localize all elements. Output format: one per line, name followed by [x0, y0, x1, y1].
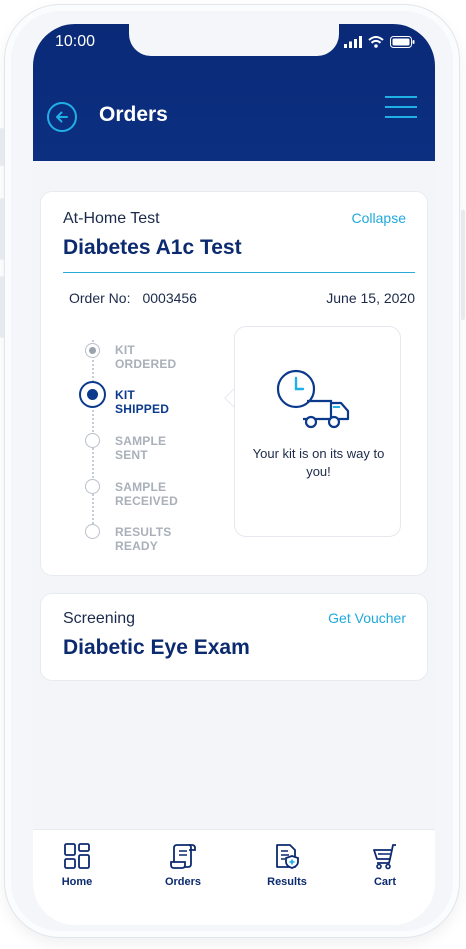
shipment-info-box: Your kit is on its way to you!	[234, 326, 401, 537]
nav-label-orders: Orders	[164, 876, 202, 888]
back-button[interactable]	[47, 102, 77, 132]
shipment-info-text: Your kit is on its way to you!	[252, 446, 385, 479]
screening-card: Screening Diabetic Eye Exam Get Voucher	[40, 593, 428, 681]
nav-label-results: Results	[267, 876, 307, 888]
step-indicator-sample-sent	[85, 433, 100, 448]
step-indicator-kit-shipped	[79, 381, 106, 408]
home-grid-icon	[64, 843, 90, 869]
results-document-icon	[276, 844, 299, 869]
nav-item-cart[interactable]: Cart	[345, 842, 425, 888]
cart-icon	[373, 844, 396, 870]
collapse-link[interactable]: Collapse	[352, 210, 406, 226]
step-label-results-ready: RESULTS READY	[115, 525, 172, 553]
order-number-label: Order No:	[69, 290, 131, 306]
step-indicator-kit-ordered	[85, 343, 100, 358]
divider	[63, 272, 415, 273]
status-icons	[344, 36, 415, 48]
phone-side-button	[0, 128, 4, 166]
step-indicator-sample-received	[85, 479, 100, 494]
phone-side-button	[461, 210, 465, 320]
get-voucher-link[interactable]: Get Voucher	[328, 610, 406, 626]
hamburger-icon	[385, 106, 417, 108]
order-category: At-Home Test	[63, 210, 160, 227]
bottom-nav: Home Orders Results Cart	[33, 829, 435, 925]
hamburger-icon	[385, 96, 417, 98]
nav-label-home: Home	[61, 876, 93, 888]
hamburger-icon	[385, 116, 417, 118]
order-info-row: Order No: 0003456 June 15, 2020	[69, 290, 415, 306]
nav-item-home[interactable]: Home	[37, 842, 117, 888]
signal-icon	[344, 36, 362, 48]
phone-notch	[129, 24, 339, 56]
step-label-kit-shipped: KIT SHIPPED	[115, 388, 170, 416]
step-label-kit-ordered: KIT ORDERED	[115, 343, 177, 371]
order-title: Diabetes A1c Test	[63, 236, 242, 259]
page-title: Orders	[99, 103, 168, 126]
step-label-sample-received: SAMPLE RECEIVED	[115, 480, 178, 508]
order-card: At-Home Test Diabetes A1c Test Collapse …	[40, 191, 428, 576]
order-number: Order No: 0003456	[69, 290, 197, 306]
order-number-value: 0003456	[142, 290, 197, 306]
nav-item-orders[interactable]: Orders	[143, 842, 223, 888]
nav-item-results[interactable]: Results	[247, 842, 327, 888]
nav-label-cart: Cart	[373, 876, 396, 888]
menu-button[interactable]	[385, 96, 417, 118]
app-screen: 10:00 Orders At-Home Test Diabetes A1c T…	[33, 24, 435, 925]
status-time: 10:00	[55, 33, 96, 50]
phone-side-button	[0, 276, 4, 338]
arrow-left-icon	[56, 111, 68, 123]
delivery-truck-clock-icon	[276, 369, 350, 429]
screening-category: Screening	[63, 610, 136, 627]
screening-title: Diabetic Eye Exam	[63, 636, 250, 659]
wifi-icon	[368, 36, 384, 48]
battery-icon	[390, 36, 415, 48]
phone-side-button	[0, 198, 4, 260]
step-indicator-results-ready	[85, 524, 100, 539]
orders-scroll-icon	[170, 844, 196, 869]
step-label-sample-sent: SAMPLE SENT	[115, 434, 167, 462]
order-date: June 15, 2020	[326, 290, 415, 306]
